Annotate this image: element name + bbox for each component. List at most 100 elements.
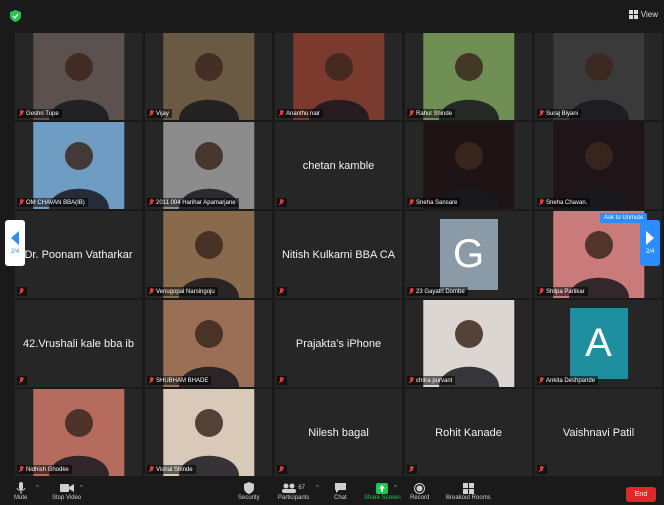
participant-tile[interactable]: Prajakta's iPhone: [275, 300, 402, 387]
participant-name-label: Shilpa Parlikar: [537, 287, 588, 296]
stop-video-label: Stop Video: [52, 495, 82, 501]
participant-tile[interactable]: 42.Vrushali kale bba ib: [15, 300, 142, 387]
participant-tile[interactable]: Ananthu nair: [275, 33, 402, 120]
participant-tile[interactable]: A Ankita Deshpande: [535, 300, 662, 387]
participant-tile[interactable]: chetan kamble: [275, 122, 402, 209]
participant-name: Geshri Tupe: [26, 110, 59, 117]
participant-tile[interactable]: Vaishnavi Patil: [535, 389, 662, 476]
participant-name-label: [537, 465, 547, 474]
participant-tile[interactable]: Nitish Kulkarni BBA CA: [275, 211, 402, 298]
gallery-view: Geshri Tupe Vijay Ananthu nair Rahul Shinde…: [15, 33, 663, 477]
mute-label: Mute: [14, 495, 28, 501]
participant-name-label: Rahul Shinde: [407, 109, 456, 118]
participant-name-label: Sneha Sansare: [407, 198, 461, 207]
person-silhouette-icon: [178, 142, 239, 209]
shield-icon[interactable]: [10, 10, 21, 22]
muted-mic-icon: [409, 110, 414, 117]
participants-options-caret[interactable]: ^: [316, 485, 319, 491]
participant-tile[interactable]: chitra purvant: [405, 300, 532, 387]
participant-display-name: Nilesh bagal: [308, 426, 369, 439]
muted-mic-icon: [409, 466, 414, 473]
participant-video-feed: [552, 211, 645, 298]
participant-tile[interactable]: Vijay: [145, 33, 272, 120]
participant-tile[interactable]: OM CHAVAN BBA(IB): [15, 122, 142, 209]
participant-tile[interactable]: Nilesh bagal: [275, 389, 402, 476]
participant-name-label: [277, 465, 287, 474]
participant-tile[interactable]: Geshri Tupe: [15, 33, 142, 120]
video-options-caret[interactable]: ^: [80, 485, 83, 491]
participant-name: Ankita Deshpande: [546, 377, 596, 384]
mute-button[interactable]: Mute: [14, 481, 27, 501]
participant-video-feed: [162, 211, 255, 298]
participant-name: Sneha Chavan.: [546, 199, 588, 206]
previous-page-button[interactable]: 2/4: [5, 220, 25, 266]
participant-tile[interactable]: Sneha Chavan.: [535, 122, 662, 209]
stop-video-button[interactable]: Stop Video: [52, 481, 81, 501]
participant-name-label: Nidhish Ghodke: [17, 465, 72, 474]
muted-mic-icon: [409, 288, 414, 295]
end-meeting-button[interactable]: End: [626, 487, 656, 502]
participant-tile[interactable]: Rahul Shinde: [405, 33, 532, 120]
muted-mic-icon: [19, 110, 24, 117]
participant-display-name: Rohit Kanade: [435, 426, 502, 439]
video-camera-icon: [59, 481, 74, 495]
muted-mic-icon: [279, 288, 284, 295]
participant-tile[interactable]: G 23 Gayatri Dombe: [405, 211, 532, 298]
person-silhouette-icon: [48, 409, 109, 476]
breakout-rooms-label: Breakout Rooms: [446, 495, 491, 501]
participant-tile[interactable]: Suraj Biyani: [535, 33, 662, 120]
breakout-rooms-button[interactable]: Breakout Rooms: [446, 481, 491, 501]
participants-label: Participants: [278, 495, 310, 501]
participant-video-feed: [32, 33, 125, 120]
chat-button[interactable]: Chat: [334, 481, 347, 501]
share-screen-button[interactable]: Share Screen: [364, 481, 401, 501]
muted-mic-icon: [539, 110, 544, 117]
ask-to-unmute-button[interactable]: Ask to Unmute: [600, 213, 648, 223]
share-options-caret[interactable]: ^: [394, 485, 397, 491]
muted-mic-icon: [19, 466, 24, 473]
mute-options-caret[interactable]: ^: [36, 485, 39, 491]
meeting-top-bar: View: [0, 0, 664, 32]
page-indicator-left: 2/4: [10, 249, 20, 255]
participant-name: SHUBHAM BHADE: [156, 377, 209, 384]
muted-mic-icon: [149, 199, 154, 206]
muted-mic-icon: [149, 377, 154, 384]
person-silhouette-icon: [178, 409, 239, 476]
participant-tile[interactable]: Dr. Poonam Vatharkar: [15, 211, 142, 298]
participant-name-label: chitra purvant: [407, 376, 456, 385]
participant-tile[interactable]: Rohit Kanade: [405, 389, 532, 476]
participant-name-label: 2011 004 Harihar Apamarjane: [147, 198, 239, 207]
security-button[interactable]: Security: [238, 481, 260, 501]
participant-name-label: Ananthu nair: [277, 109, 324, 118]
participant-video-feed: [552, 33, 645, 120]
page-indicator-right: 2/4: [645, 249, 655, 255]
share-screen-label: Share Screen: [364, 495, 401, 501]
participant-tile[interactable]: 2011 004 Harihar Apamarjane: [145, 122, 272, 209]
participant-display-name: chetan kamble: [302, 159, 375, 172]
participants-button[interactable]: 67 Participants: [278, 481, 309, 501]
participant-video-feed: [422, 300, 515, 387]
person-silhouette-icon: [568, 142, 629, 209]
participant-name: OM CHAVAN BBA(IB): [26, 199, 85, 206]
muted-mic-icon: [19, 199, 24, 206]
record-button[interactable]: Record: [410, 481, 429, 501]
participant-name: Vishal Shinde: [156, 466, 193, 473]
participant-tile[interactable]: Vishal Shinde: [145, 389, 272, 476]
participant-tile[interactable]: Nidhish Ghodke: [15, 389, 142, 476]
participant-name: Sneha Sansare: [416, 199, 458, 206]
next-page-button[interactable]: 2/4: [640, 220, 660, 266]
participant-name-label: Sneha Chavan.: [537, 198, 591, 207]
participant-name-label: [277, 287, 287, 296]
participant-name-label: Geshri Tupe: [17, 109, 62, 118]
participant-tile[interactable]: SHUBHAM BHADE: [145, 300, 272, 387]
participant-name-label: [17, 376, 27, 385]
muted-mic-icon: [279, 110, 284, 117]
participant-name-label: Venugopal Narsingoju: [147, 287, 218, 296]
view-button[interactable]: View: [628, 10, 658, 19]
participant-tile[interactable]: Sneha Sansare: [405, 122, 532, 209]
participant-tile[interactable]: Venugopal Narsingoju: [145, 211, 272, 298]
shield-icon: [243, 481, 254, 495]
participant-display-name: 42.Vrushali kale bba ib: [23, 337, 134, 350]
avatar: A: [569, 308, 628, 379]
participant-name: Shilpa Parlikar: [546, 288, 585, 295]
